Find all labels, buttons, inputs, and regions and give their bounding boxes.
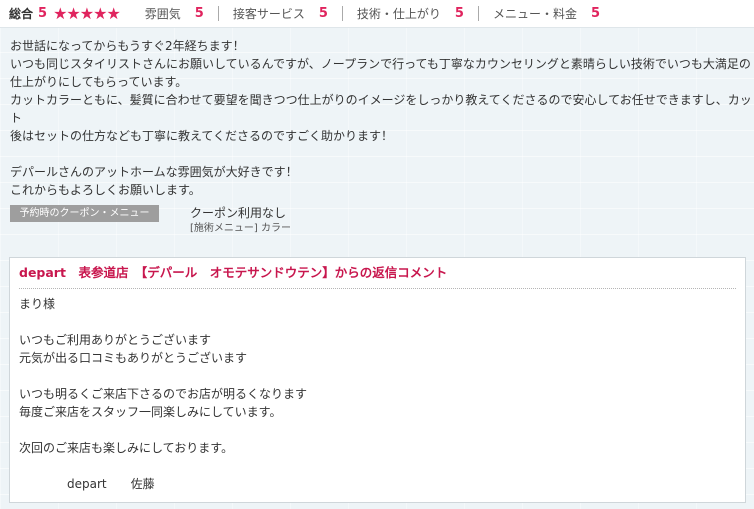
overall-rating-score: 5	[38, 6, 48, 21]
rating-menu-price-label: メニュー・料金	[492, 7, 577, 21]
reply-text: まり様 いつもご利用ありがとうございます 元気が出る口コミもありがとうございます…	[19, 297, 308, 491]
salon-reply-box: depart 表参道店 【デパール オモテサンドウテン】からの返信コメント まり…	[9, 257, 746, 503]
rating-service: 接客サービス 5	[233, 5, 328, 22]
star-rating-icon: ★★★★★	[53, 4, 121, 23]
rating-menu-price-score: 5	[590, 6, 601, 21]
rating-atmosphere-label: 雰囲気	[144, 7, 181, 21]
divider	[341, 6, 343, 21]
rating-menu-price: メニュー・料金 5	[493, 5, 600, 22]
rating-technique-score: 5	[454, 6, 464, 21]
overall-rating-label: 総合	[9, 7, 34, 21]
rating-service-label: 接客サービス	[232, 7, 305, 21]
divider	[217, 6, 219, 21]
reply-title: depart 表参道店 【デパール オモテサンドウテン】からの返信コメント	[19, 264, 736, 289]
rating-atmosphere: 雰囲気 5	[145, 5, 204, 22]
divider	[477, 6, 479, 21]
coupon-value: クーポン利用なし	[190, 206, 287, 220]
coupon-menu-tag: 予約時のクーポン・メニュー	[10, 205, 159, 222]
rating-atmosphere-score: 5	[194, 6, 204, 21]
review-text: お世話になってからもうすぐ2年経ちます！ いつも同じスタイリストさんにお願いして…	[10, 39, 752, 197]
treatment-menu: [施術メニュー] カラー	[190, 223, 291, 234]
rating-service-score: 5	[318, 6, 328, 21]
rating-technique: 技術・仕上がり 5	[357, 5, 464, 22]
rating-bar: 総合 5 ★★★★★ 雰囲気 5 接客サービス 5 技術・仕上がり 5 メニュー…	[0, 0, 754, 28]
rating-technique-label: 技術・仕上がり	[356, 7, 441, 21]
